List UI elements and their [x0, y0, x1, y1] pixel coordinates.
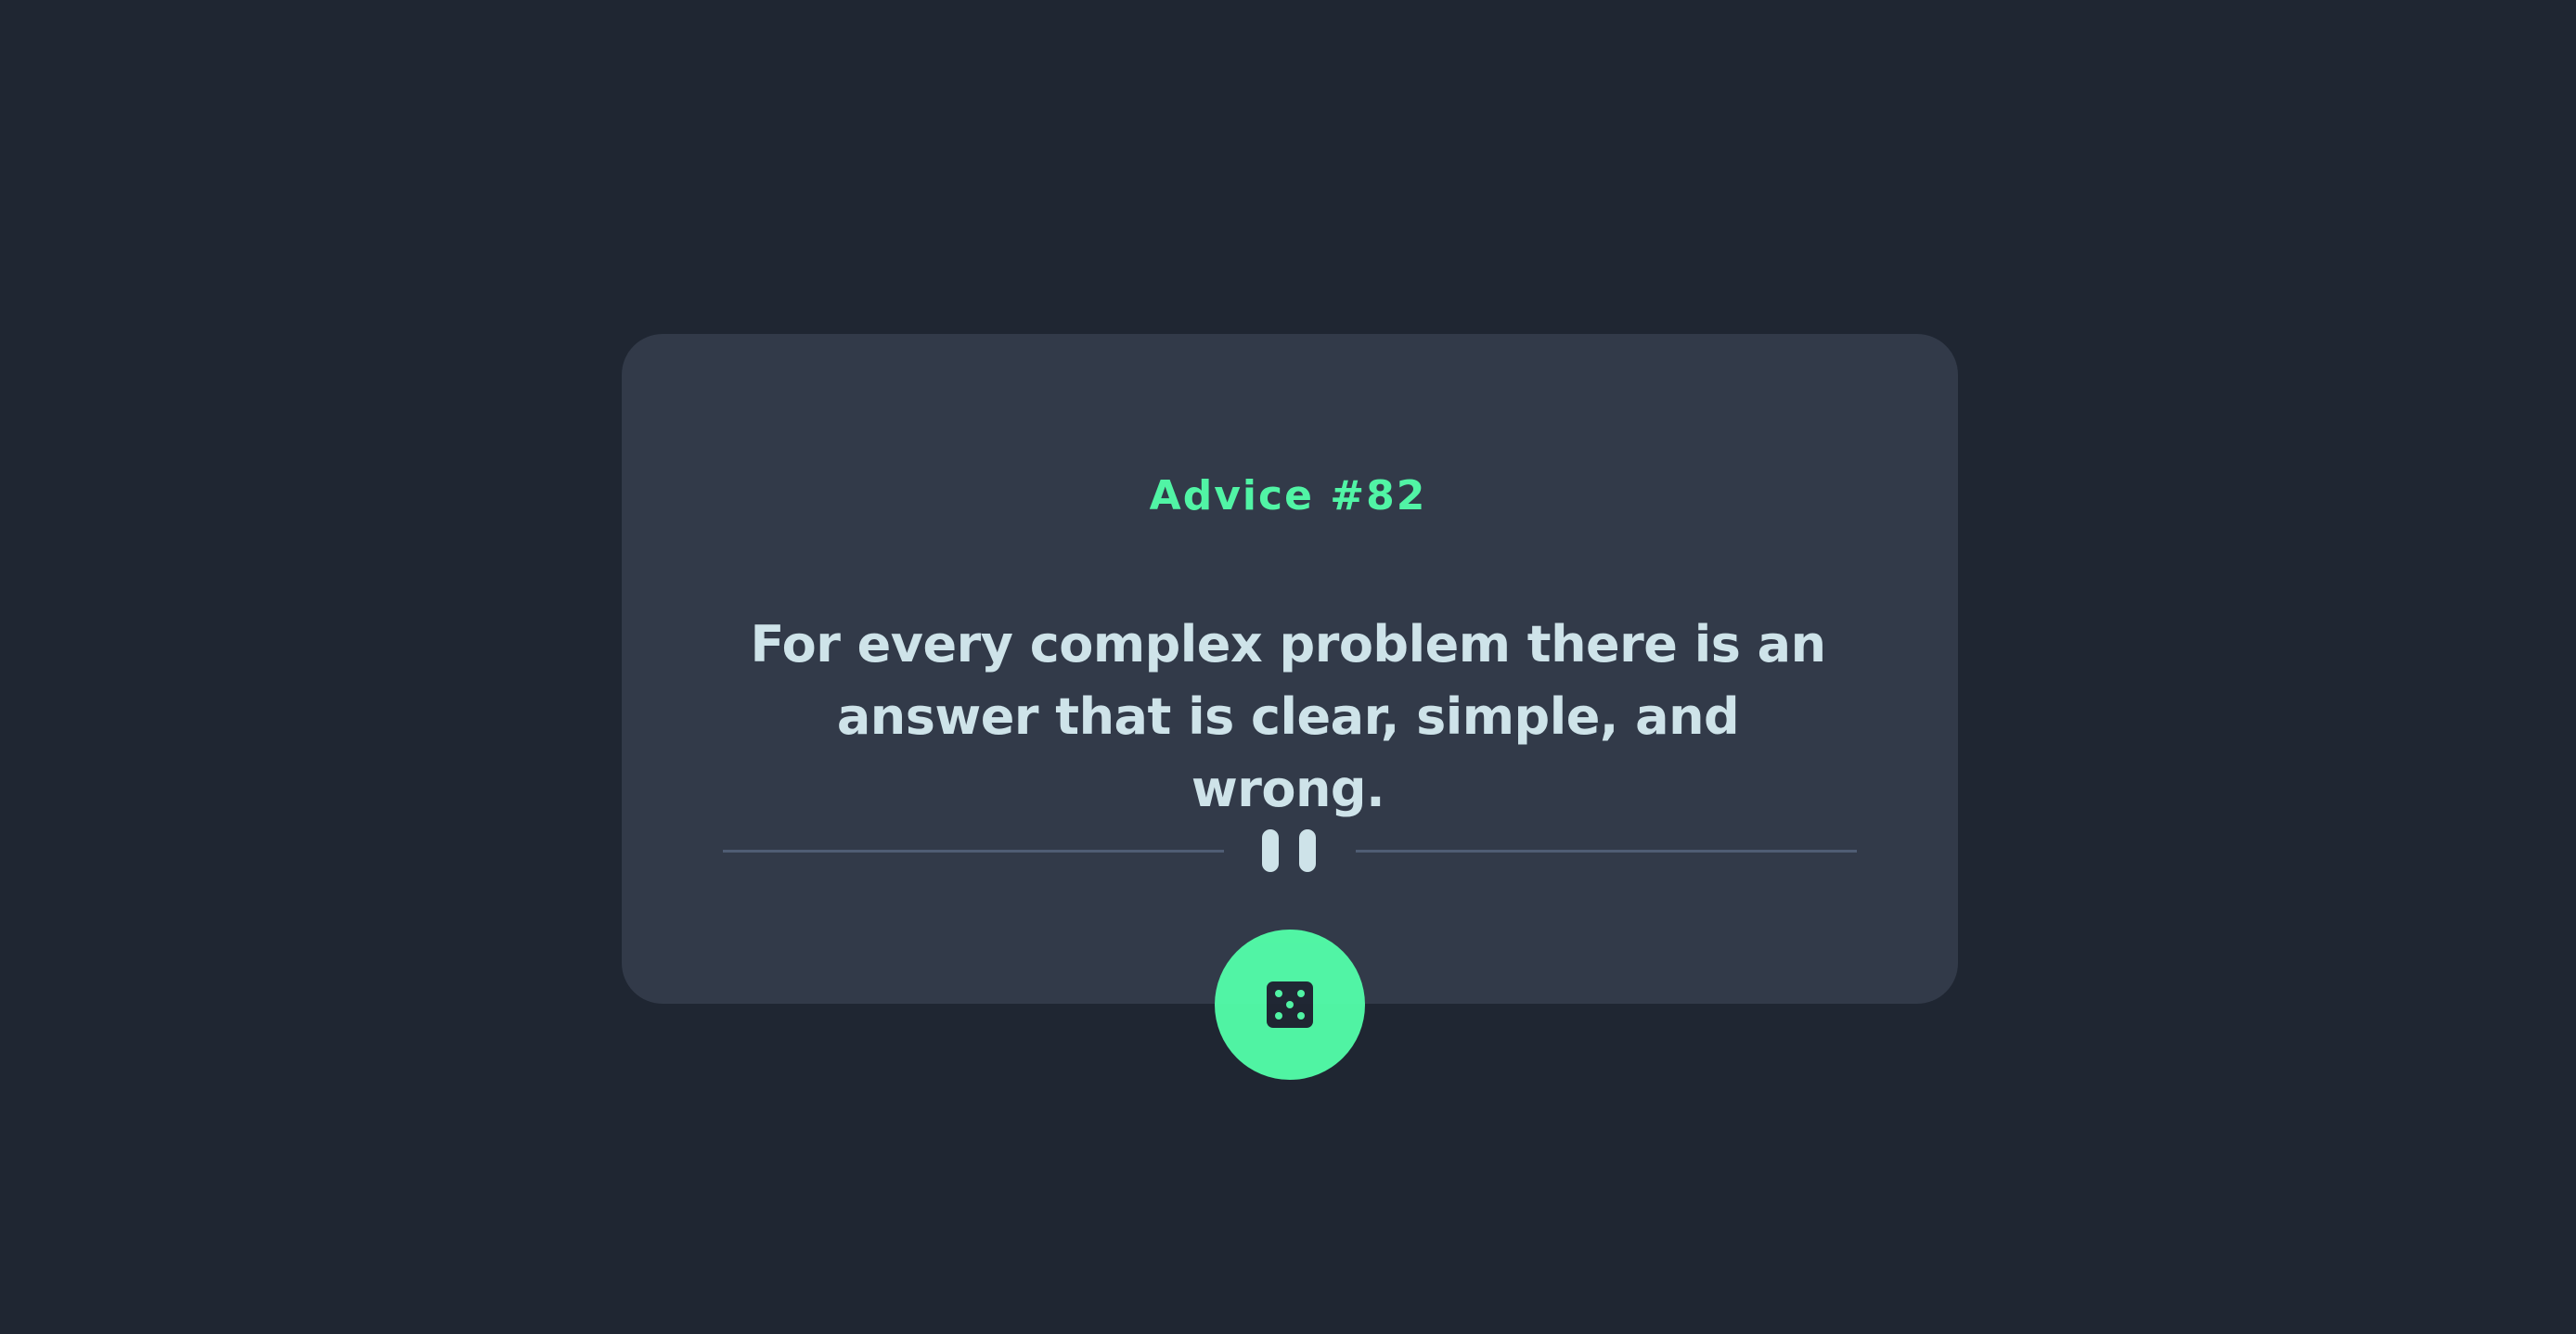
divider-right — [1356, 850, 1857, 853]
pause-bar-right — [1299, 829, 1316, 872]
pause-icon — [1262, 829, 1316, 872]
advice-quote: For every complex problem there is an an… — [750, 615, 1826, 818]
dice-icon — [1267, 981, 1313, 1028]
advice-title: Advice #82 — [1149, 472, 1427, 519]
new-advice-button[interactable] — [1215, 930, 1365, 1080]
pause-bar-left — [1262, 829, 1279, 872]
divider-left — [723, 850, 1224, 853]
